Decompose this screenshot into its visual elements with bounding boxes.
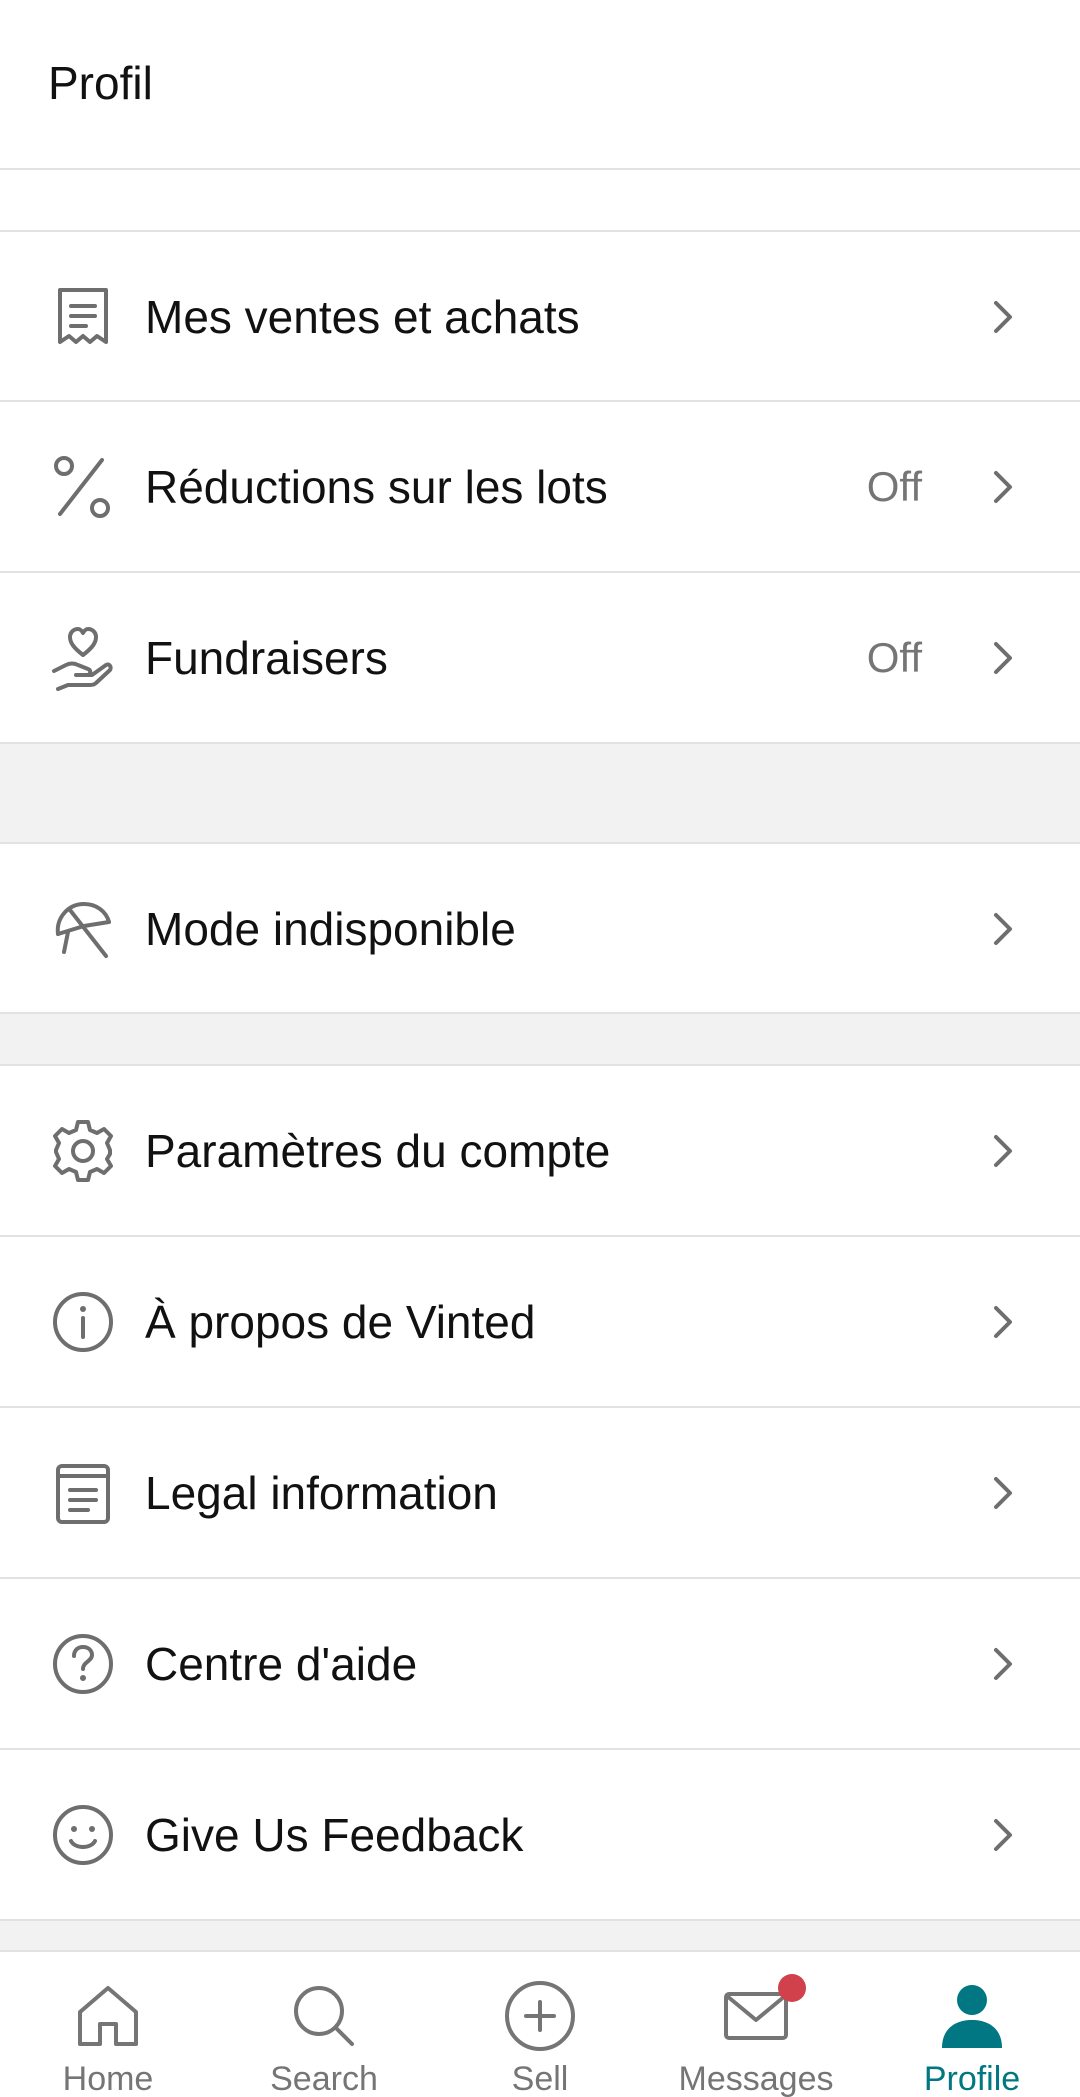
menu-item-label: Legal information — [145, 1467, 498, 1519]
page-title: Profil — [48, 57, 153, 109]
tab-sell[interactable]: Sell — [432, 1952, 648, 2097]
settings-list: Mes ventes et achats Réductions sur les … — [0, 0, 1080, 1950]
chevron-right-icon — [984, 467, 1020, 507]
menu-item-give-feedback[interactable]: Give Us Feedback — [0, 1750, 1080, 1920]
tab-label: Sell — [511, 2060, 569, 2097]
heart-hand-icon — [50, 625, 116, 691]
tab-messages[interactable]: Messages — [648, 1952, 864, 2097]
chevron-right-icon — [984, 1131, 1020, 1171]
section-gap — [0, 744, 1080, 842]
menu-item-label: Centre d'aide — [145, 1638, 418, 1690]
chevron-right-icon — [984, 297, 1020, 337]
home-icon — [70, 1978, 146, 2054]
document-icon — [50, 1460, 116, 1526]
chevron-right-icon — [984, 909, 1020, 949]
umbrella-off-icon — [50, 896, 116, 962]
menu-item-label: Réductions sur les lots — [145, 461, 608, 513]
chevron-right-icon — [984, 1473, 1020, 1513]
tab-label: Messages — [678, 2060, 834, 2097]
menu-item-legal-information[interactable]: Legal information — [0, 1408, 1080, 1578]
menu-item-help-center[interactable]: Centre d'aide — [0, 1579, 1080, 1749]
menu-item-sales-purchases[interactable]: Mes ventes et achats — [0, 232, 1080, 402]
chevron-right-icon — [984, 638, 1020, 678]
menu-item-label: Paramètres du compte — [145, 1125, 611, 1177]
menu-item-status: Off — [866, 634, 922, 681]
gear-icon — [50, 1118, 116, 1184]
search-icon — [286, 1978, 362, 2054]
chevron-right-icon — [984, 1815, 1020, 1855]
smiley-icon — [50, 1802, 116, 1868]
menu-item-label: Fundraisers — [145, 632, 388, 684]
bottom-tab-bar: Home Search Sell Messages Profile — [0, 1950, 1080, 2097]
tab-home[interactable]: Home — [0, 1952, 216, 2097]
menu-item-account-settings[interactable]: Paramètres du compte — [0, 1066, 1080, 1236]
menu-item-status: Off — [866, 463, 922, 510]
menu-item-about[interactable]: À propos de Vinted — [0, 1237, 1080, 1407]
spacer — [0, 170, 1080, 231]
menu-item-label: Mode indisponible — [145, 903, 516, 955]
percent-icon — [50, 454, 116, 520]
menu-item-label: Mes ventes et achats — [145, 291, 580, 343]
menu-item-label: Give Us Feedback — [145, 1809, 524, 1861]
menu-item-bundle-discounts[interactable]: Réductions sur les lots Off — [0, 402, 1080, 572]
tab-label: Profile — [923, 2060, 1021, 2097]
menu-item-fundraisers[interactable]: Fundraisers Off — [0, 573, 1080, 743]
tab-label: Home — [62, 2060, 154, 2097]
notification-badge — [778, 1974, 806, 2002]
section-gap — [0, 1014, 1080, 1064]
menu-item-label: À propos de Vinted — [145, 1296, 536, 1348]
app-header: Profil — [0, 0, 1080, 168]
person-icon — [934, 1978, 1010, 2054]
receipt-icon — [50, 284, 116, 350]
chevron-right-icon — [984, 1644, 1020, 1684]
section-gap — [0, 1921, 1080, 1950]
help-icon — [50, 1631, 116, 1697]
menu-item-vacation-mode[interactable]: Mode indisponible — [0, 844, 1080, 1014]
tab-label: Search — [270, 2060, 378, 2097]
tab-search[interactable]: Search — [216, 1952, 432, 2097]
chevron-right-icon — [984, 1302, 1020, 1342]
info-icon — [50, 1289, 116, 1355]
plus-circle-icon — [502, 1978, 578, 2054]
tab-profile[interactable]: Profile — [864, 1952, 1080, 2097]
